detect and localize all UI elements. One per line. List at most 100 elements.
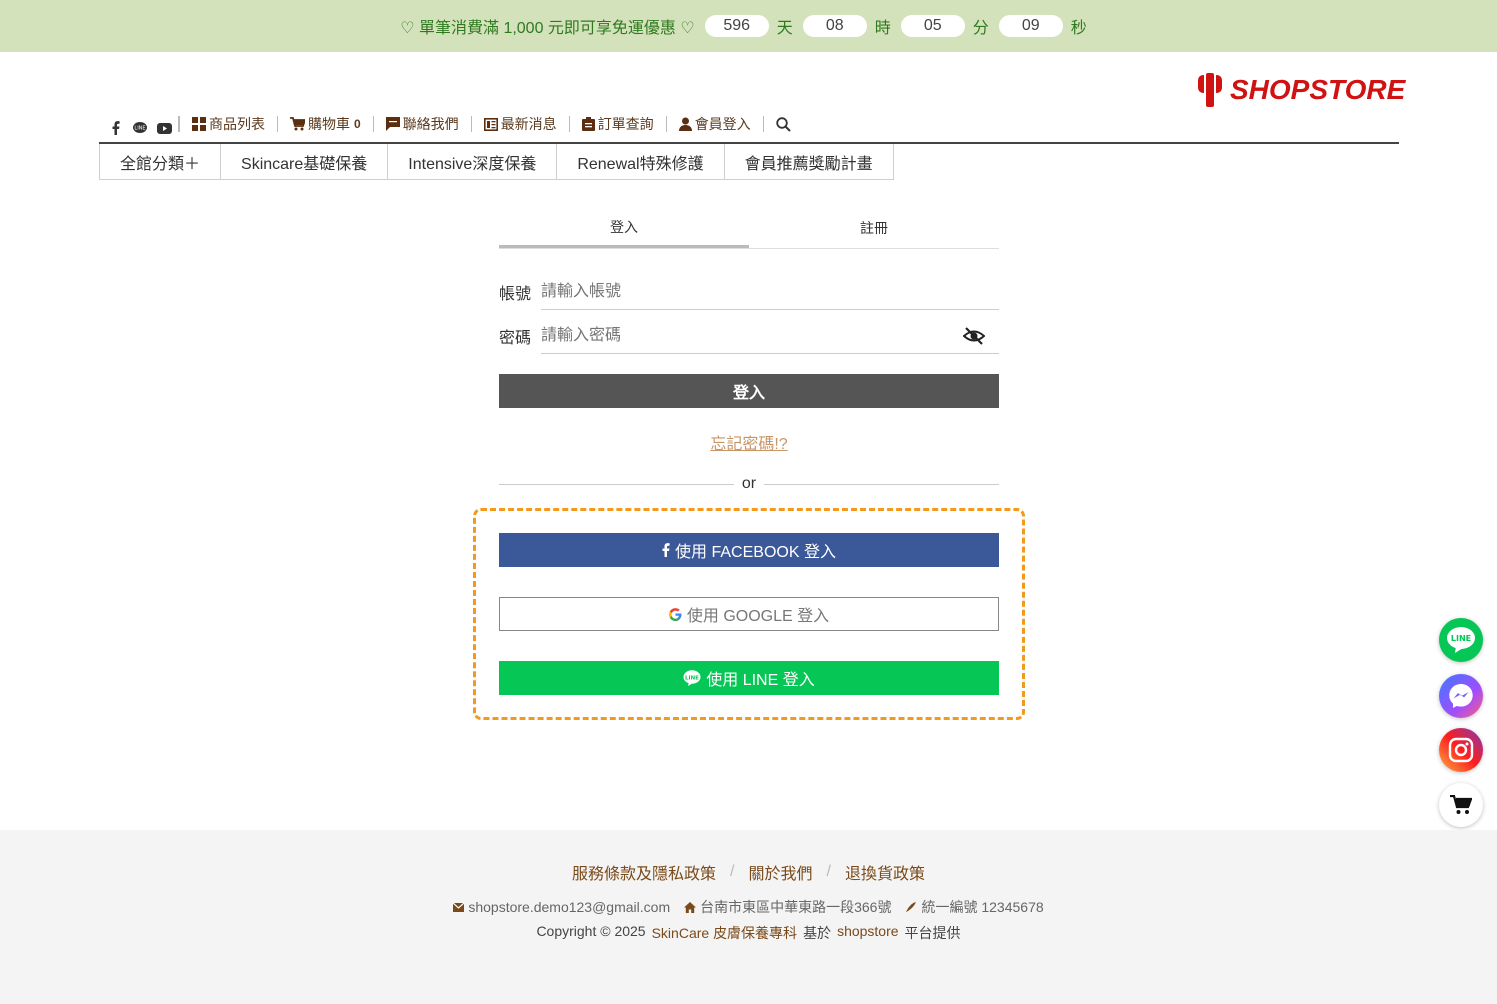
- nav-orders[interactable]: 訂單查詢: [568, 116, 666, 132]
- countdown-days: 596: [704, 15, 769, 37]
- facebook-login-label: 使用 FACEBOOK 登入: [675, 544, 836, 561]
- nav-contact-label: 聯絡我們: [402, 116, 459, 132]
- tab-register[interactable]: 註冊: [749, 208, 999, 248]
- search-icon: [775, 116, 791, 132]
- nav-products-label: 商品列表: [209, 116, 265, 132]
- footer-tax-id: 統一編號 12345678: [905, 897, 1044, 917]
- footer-links: 服務條款及隱私政策 / 關於我們 / 退換貨政策: [0, 860, 1497, 884]
- footer: 服務條款及隱私政策 / 關於我們 / 退換貨政策 shopstore.demo1…: [0, 830, 1497, 1004]
- promo-bar: ♡ 單筆消費滿 1,000 元即可享免運優惠 ♡ 596 天 08 時 05 分…: [0, 0, 1497, 52]
- clipboard-icon: [581, 117, 595, 131]
- nav-contact[interactable]: 聯絡我們: [372, 116, 471, 132]
- line-icon: LINE: [683, 670, 701, 686]
- footer-email[interactable]: shopstore.demo123@gmail.com: [453, 899, 670, 915]
- category-menu: 全館分類＋ Skincare基礎保養 Intensive深度保養 Renewal…: [99, 144, 894, 180]
- footer-email-text: shopstore.demo123@gmail.com: [468, 899, 671, 915]
- footer-link-returns[interactable]: 退換貨政策: [845, 860, 925, 884]
- google-login-label: 使用 GOOGLE 登入: [686, 608, 830, 625]
- category-renewal[interactable]: Renewal特殊修護: [557, 144, 725, 179]
- svg-text:LINE: LINE: [685, 675, 699, 681]
- category-intensive[interactable]: Intensive深度保養: [388, 144, 558, 179]
- category-skincare[interactable]: Skincare基礎保養: [221, 144, 389, 179]
- or-line-left: [499, 483, 734, 485]
- based-on-text: 基於: [803, 925, 832, 941]
- category-all[interactable]: 全館分類＋: [100, 144, 222, 179]
- store-name-link[interactable]: SkinCare 皮膚保養專科: [652, 923, 797, 943]
- nav-news[interactable]: 最新消息: [470, 116, 569, 132]
- footer-contact-info: shopstore.demo123@gmail.com 台南市東區中華東路一段3…: [0, 897, 1497, 917]
- footer-link-separator: /: [826, 863, 831, 880]
- logo-text: SHOPSTORE: [1230, 74, 1406, 105]
- cart-count: 0: [354, 117, 361, 131]
- store-logo[interactable]: SHOPSTORE: [1194, 72, 1405, 108]
- provided-text: 平台提供: [904, 925, 961, 941]
- nav-orders-label: 訂單查詢: [597, 116, 654, 132]
- facebook-icon[interactable]: [108, 120, 124, 136]
- instagram-icon: [1448, 737, 1474, 763]
- countdown-hours: 08: [802, 15, 867, 37]
- eye-slash-icon[interactable]: [963, 327, 985, 345]
- nav-search[interactable]: [762, 116, 806, 132]
- google-login-button[interactable]: 使用 GOOGLE 登入: [499, 597, 999, 631]
- password-input[interactable]: [541, 318, 999, 354]
- envelope-icon: [453, 902, 465, 912]
- footer-link-separator: /: [730, 863, 735, 880]
- footer-copyright: Copyright © 2025 SkinCare 皮膚保養專科 基於 shop…: [0, 923, 1497, 943]
- countdown-seconds-unit: 秒: [1070, 20, 1087, 37]
- footer-address-text: 台南市東區中華東路一段366號: [700, 899, 892, 915]
- or-line-right: [764, 483, 1000, 485]
- svg-text:LINE: LINE: [1451, 634, 1471, 643]
- line-icon[interactable]: LINE: [132, 120, 148, 136]
- line-icon: LINE: [1447, 627, 1475, 653]
- nav-member-login-label: 會員登入: [694, 116, 751, 132]
- platform-link[interactable]: shopstore: [837, 923, 898, 943]
- footer-link-terms[interactable]: 服務條款及隱私政策: [572, 860, 716, 884]
- nav-news-label: 最新消息: [500, 116, 557, 132]
- countdown-minutes-unit: 分: [972, 20, 989, 37]
- line-login-label: 使用 LINE 登入: [706, 672, 815, 689]
- nav-cart-label: 購物車: [308, 116, 350, 132]
- cart-icon: [1450, 795, 1472, 814]
- pen-icon: [906, 902, 917, 912]
- nav-products[interactable]: 商品列表: [179, 116, 277, 132]
- svg-text:LINE: LINE: [134, 126, 145, 132]
- nav-cart[interactable]: 購物車 0: [277, 116, 373, 132]
- or-text: or: [741, 475, 757, 492]
- footer-address: 台南市東區中華東路一段366號: [684, 897, 891, 917]
- countdown-seconds: 09: [998, 15, 1063, 37]
- nav-member-login[interactable]: 會員登入: [665, 116, 763, 132]
- forgot-password-link[interactable]: 忘記密碼!?: [499, 430, 999, 454]
- password-label: 密碼: [499, 330, 532, 347]
- promo-message: ♡ 單筆消費滿 1,000 元即可享免運優惠 ♡: [400, 20, 695, 37]
- grid-icon: [192, 117, 206, 131]
- password-field: 密碼: [499, 318, 999, 354]
- cart-icon: [290, 117, 305, 131]
- line-login-button[interactable]: LINE 使用 LINE 登入: [499, 661, 999, 695]
- tab-login[interactable]: 登入: [499, 208, 749, 248]
- youtube-icon[interactable]: [156, 120, 172, 136]
- countdown-hours-unit: 時: [874, 20, 891, 37]
- facebook-icon: [662, 543, 670, 557]
- auth-tabs: 登入 註冊: [499, 208, 999, 249]
- countdown-days-unit: 天: [776, 20, 793, 37]
- social-links: LINE: [108, 120, 172, 136]
- account-input[interactable]: [541, 274, 999, 310]
- facebook-login-button[interactable]: 使用 FACEBOOK 登入: [499, 533, 999, 567]
- google-icon: [668, 607, 682, 621]
- home-icon: [684, 901, 697, 913]
- footer-link-about[interactable]: 關於我們: [748, 860, 812, 884]
- messenger-icon: [1449, 684, 1473, 708]
- float-cart-button[interactable]: [1439, 783, 1483, 827]
- float-instagram-button[interactable]: [1439, 728, 1483, 772]
- copyright-text: Copyright © 2025: [536, 923, 646, 939]
- float-messenger-button[interactable]: [1439, 674, 1483, 718]
- category-referral[interactable]: 會員推薦獎勵計畫: [725, 144, 893, 179]
- float-line-button[interactable]: LINE: [1439, 618, 1483, 662]
- logo-mark-icon: [1198, 73, 1222, 107]
- footer-tax-id-text: 統一編號 12345678: [921, 899, 1044, 915]
- login-button[interactable]: 登入: [499, 374, 999, 408]
- chat-icon: [385, 117, 400, 131]
- or-divider: or: [499, 474, 1000, 494]
- top-nav: LINE 商品列表 購物車 0 聯絡我們 最新消息 訂單查詢 會員登入: [108, 112, 806, 136]
- account-label: 帳號: [499, 286, 532, 303]
